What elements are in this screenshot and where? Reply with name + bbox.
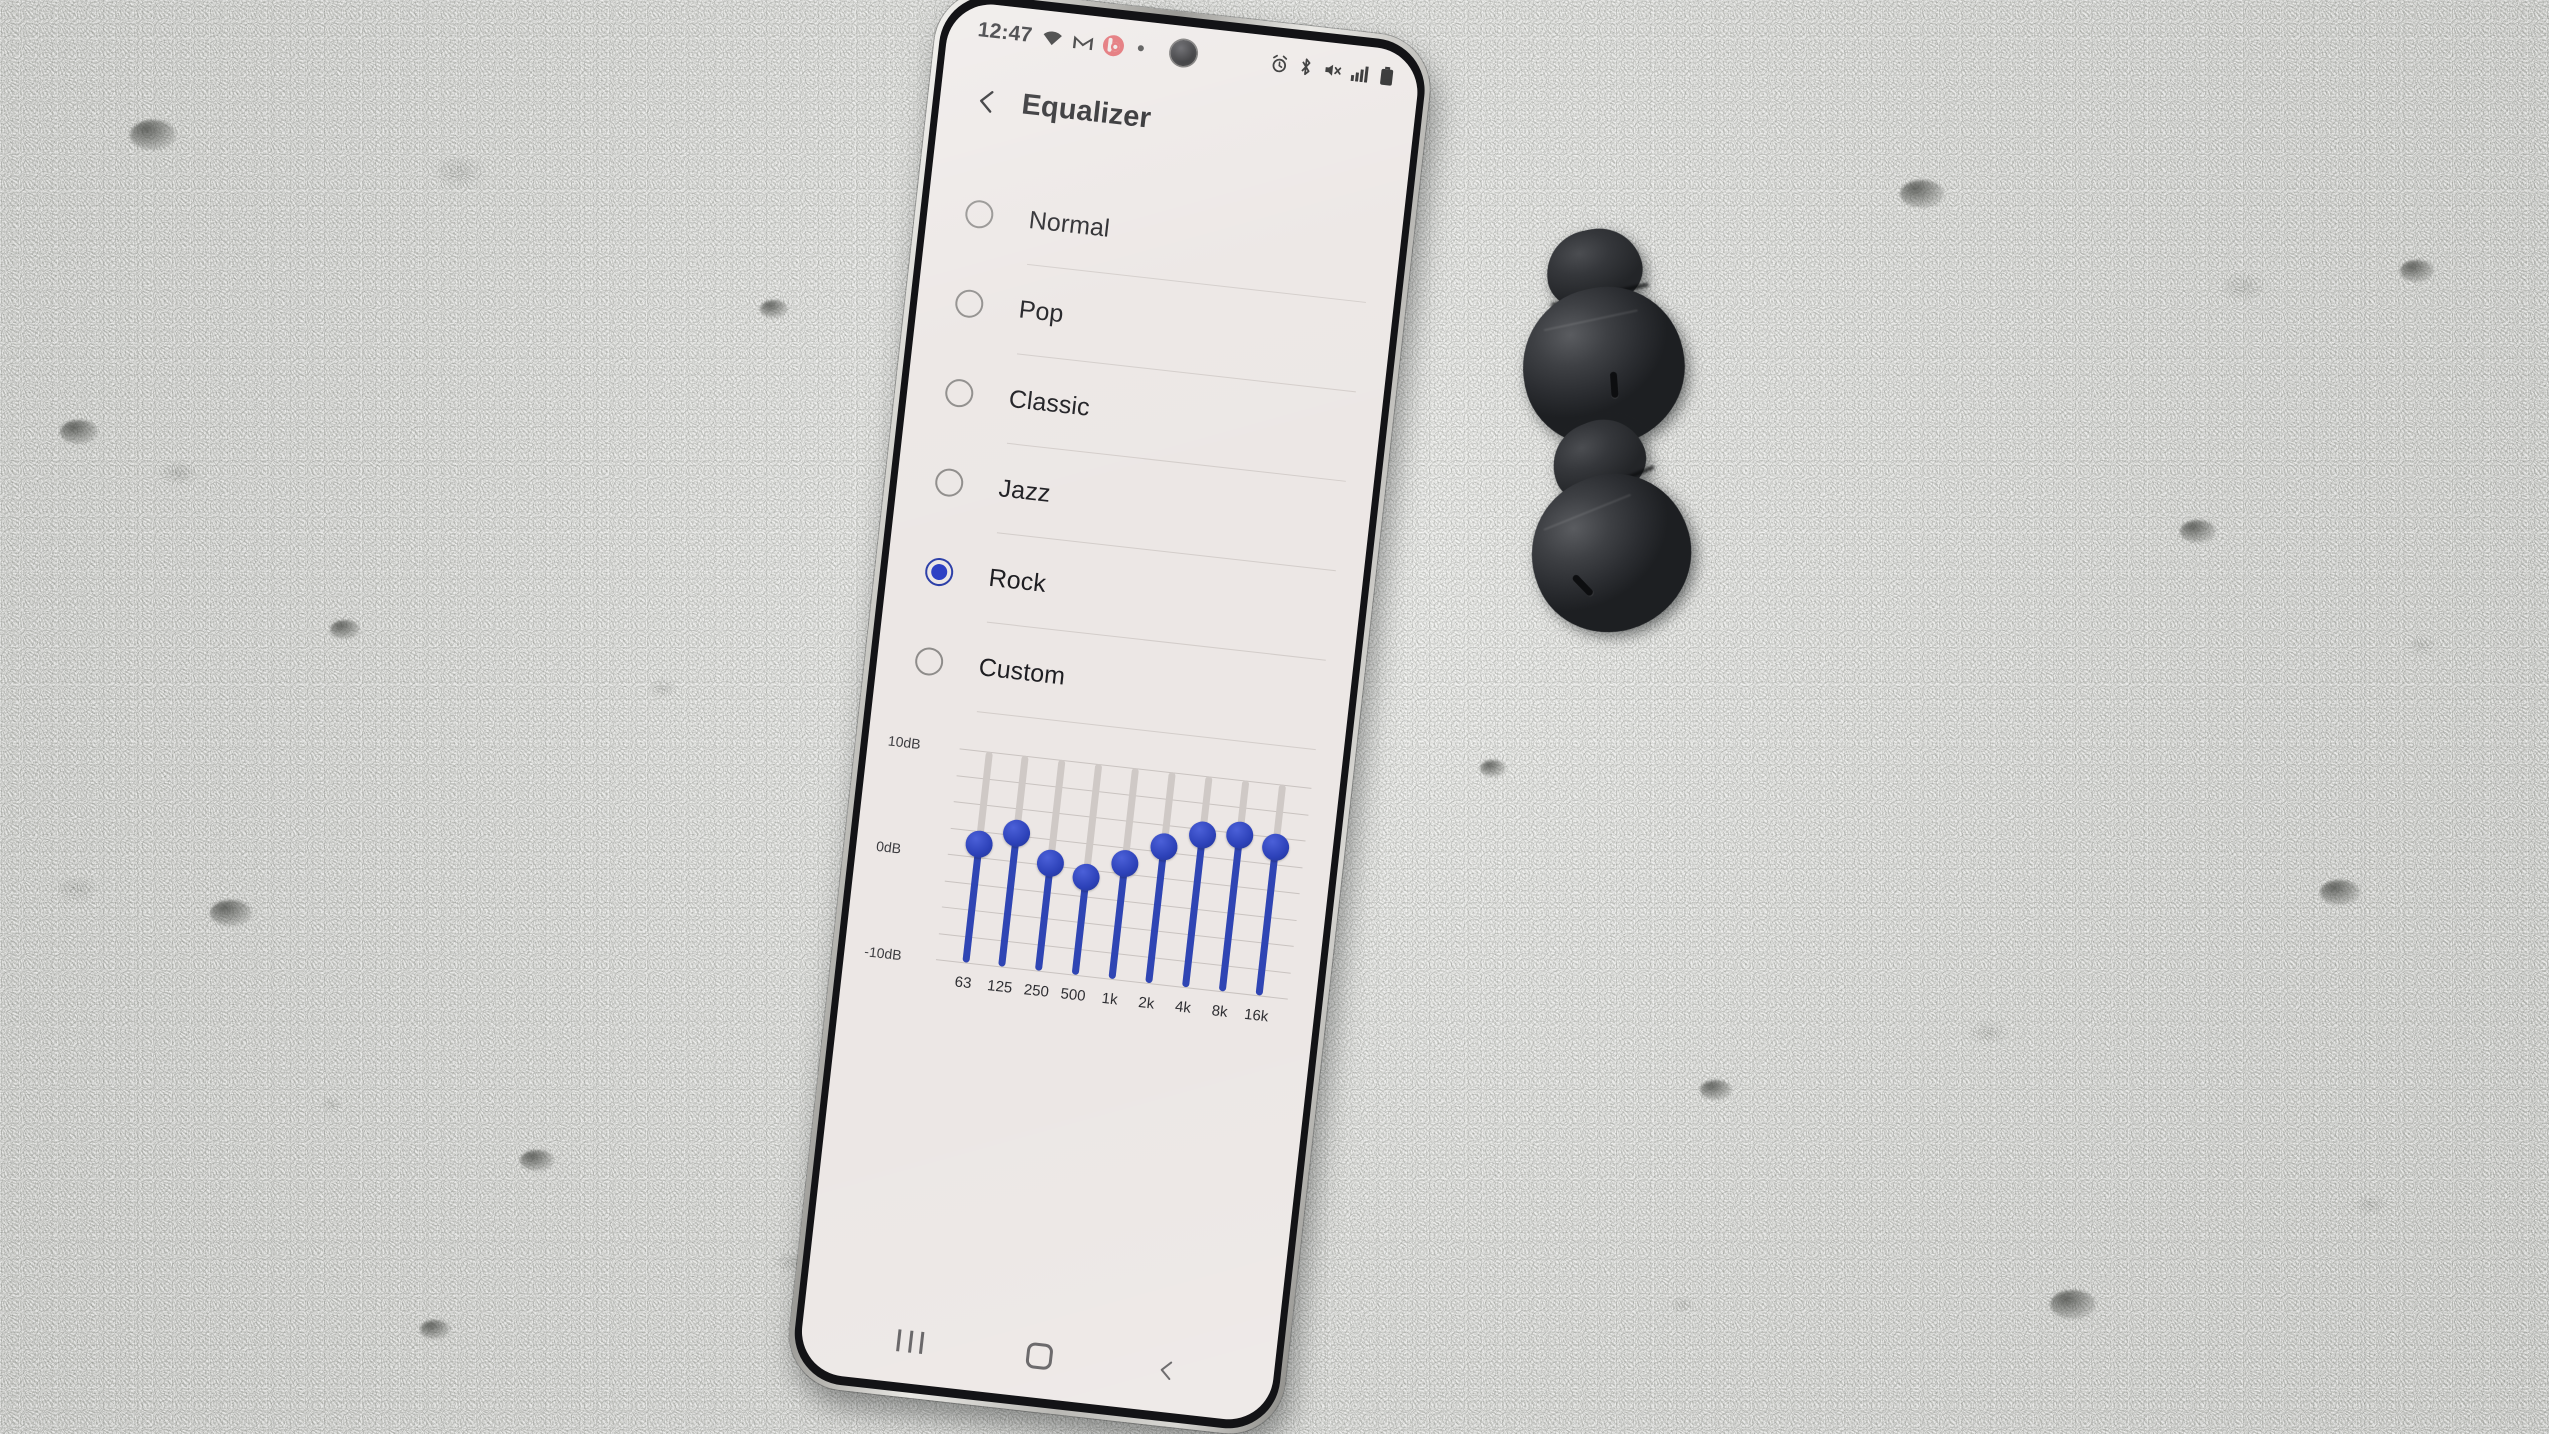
x-tick-1k: 1k <box>1100 989 1119 1009</box>
beats-icon <box>1101 33 1125 57</box>
radio-custom[interactable] <box>913 646 945 677</box>
preset-label-custom: Custom <box>977 652 1067 691</box>
page-title: Equalizer <box>1020 88 1153 135</box>
x-tick-8k: 8k <box>1210 1002 1229 1021</box>
list-divider <box>976 711 1316 751</box>
equalizer-plot-area[interactable] <box>935 748 1312 1000</box>
slider-knob-4k[interactable] <box>1187 820 1218 851</box>
radio-normal[interactable] <box>963 198 995 230</box>
radio-pop[interactable] <box>953 288 985 320</box>
x-tick-16k: 16k <box>1243 1005 1270 1026</box>
x-tick-2k: 2k <box>1137 993 1156 1013</box>
bluetooth-icon <box>1301 58 1311 76</box>
slider-fill-500 <box>1071 877 1090 976</box>
slider-knob-250[interactable] <box>1035 848 1066 879</box>
concrete-pit <box>210 900 252 926</box>
concrete-pit <box>2400 260 2434 282</box>
slider-knob-2k[interactable] <box>1148 832 1179 862</box>
recents-icon[interactable] <box>896 1329 925 1354</box>
x-tick-63: 63 <box>953 973 973 993</box>
x-tick-4k: 4k <box>1174 998 1192 1017</box>
dot-indicator-icon <box>1137 44 1144 52</box>
slider-knob-16k[interactable] <box>1260 831 1291 862</box>
preset-label-rock: Rock <box>987 563 1048 598</box>
status-bar-left: 12:47 <box>977 18 1145 60</box>
slider-fill-2k <box>1145 846 1168 984</box>
wifi-icon <box>1043 31 1062 46</box>
slider-knob-125[interactable] <box>1001 818 1032 849</box>
concrete-pit <box>1900 180 1944 208</box>
concrete-pit <box>420 1320 450 1339</box>
y-tick-label: -10dB <box>863 943 903 964</box>
status-bar-clock: 12:47 <box>976 18 1034 48</box>
slider-knob-63[interactable] <box>963 829 994 860</box>
x-tick-125: 125 <box>986 977 1014 997</box>
slider-fill-1k <box>1108 863 1129 980</box>
concrete-pit <box>520 1150 554 1171</box>
radio-jazz[interactable] <box>933 467 965 499</box>
home-icon[interactable] <box>1025 1341 1054 1371</box>
slider-fill-125 <box>998 833 1021 967</box>
x-tick-250: 250 <box>1022 981 1050 1001</box>
concrete-pit <box>2320 880 2360 905</box>
status-bar-right <box>1269 53 1394 87</box>
concrete-pit <box>60 420 98 444</box>
battery-icon <box>1380 66 1394 86</box>
slider-fill-4k <box>1181 834 1206 988</box>
slider-fill-63 <box>961 844 983 963</box>
back-icon[interactable] <box>1154 1358 1178 1382</box>
alarm-icon <box>1272 54 1288 72</box>
preset-label-classic: Classic <box>1007 384 1092 422</box>
y-tick-label: 0dB <box>875 837 902 857</box>
slider-fill-16k <box>1255 846 1279 996</box>
concrete-pit <box>330 620 360 639</box>
x-tick-500: 500 <box>1059 985 1087 1005</box>
concrete-pit <box>1700 1080 1732 1100</box>
radio-classic[interactable] <box>943 377 975 409</box>
mute-icon <box>1325 64 1342 76</box>
concrete-pit <box>1480 760 1506 777</box>
preset-label-pop: Pop <box>1017 294 1066 328</box>
front-camera-punch-hole <box>1169 38 1198 68</box>
concrete-pit <box>760 300 788 318</box>
equalizer-preset-list: Normal Pop Classic Jazz Rock Custom <box>872 138 1406 753</box>
gmail-icon <box>1072 35 1093 51</box>
radio-rock[interactable] <box>923 556 955 588</box>
preset-label-jazz: Jazz <box>997 473 1053 508</box>
concrete-pit <box>130 120 176 150</box>
equalizer-chart[interactable]: 63 125 250 500 1k 2k 4k 8k 16k 10dB 0dB -10dB <box>836 730 1340 1081</box>
chevron-left-icon[interactable] <box>973 87 1002 116</box>
preset-label-normal: Normal <box>1027 205 1112 243</box>
concrete-pit <box>2050 1290 2096 1319</box>
y-tick-label: 10dB <box>887 732 922 753</box>
signal-icon <box>1350 66 1369 83</box>
slider-knob-500[interactable] <box>1071 862 1102 893</box>
concrete-pit <box>2180 520 2216 543</box>
slider-knob-8k[interactable] <box>1224 820 1255 851</box>
